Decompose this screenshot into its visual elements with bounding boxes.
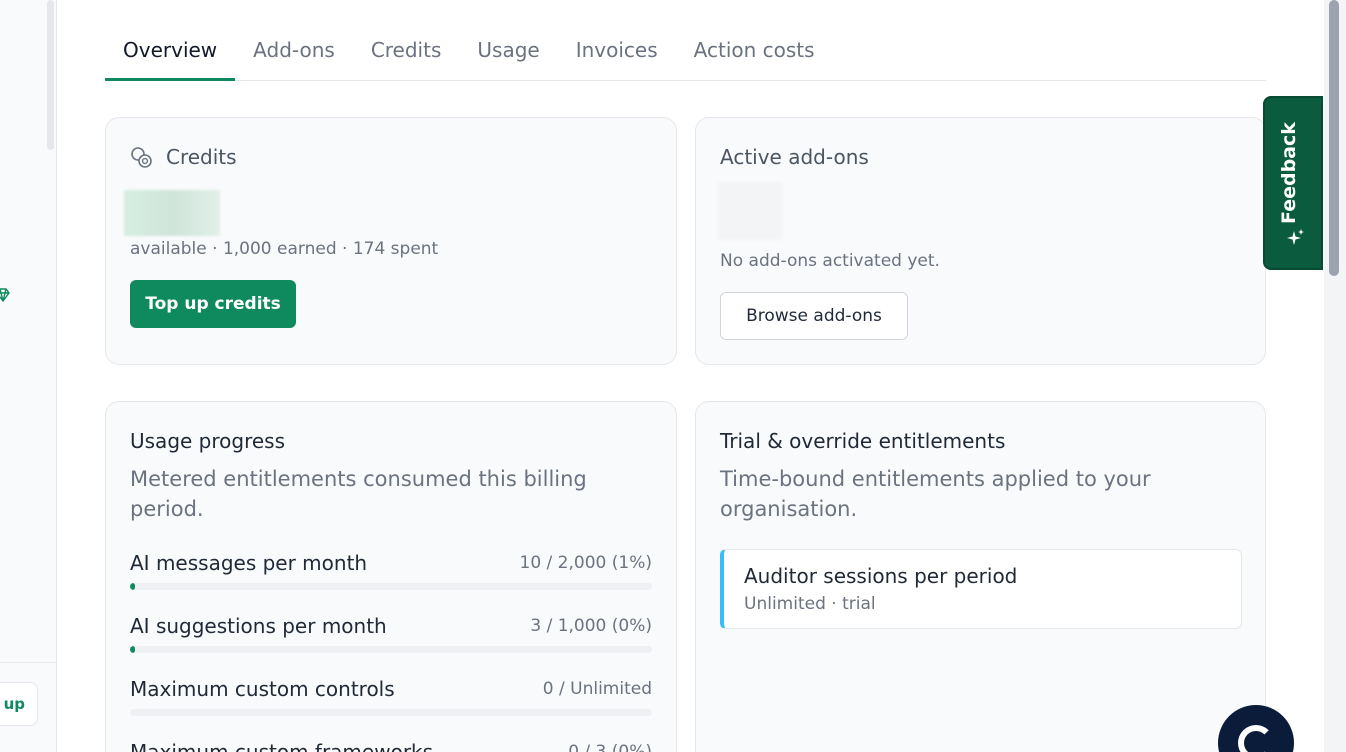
meter-value: 10 / 2,000 (1%) [519, 553, 652, 573]
meter-value: 0 / Unlimited [542, 679, 652, 699]
page-scrollbar[interactable] [1324, 0, 1346, 752]
coins-icon [131, 147, 152, 168]
tab-bar: Overview Add-ons Credits Usage Invoices … [105, 28, 1266, 81]
feedback-tab[interactable]: Feedback [1263, 96, 1323, 270]
tab-invoices[interactable]: Invoices [558, 28, 676, 81]
meter-label: AI suggestions per month [130, 614, 387, 638]
meter-label: Maximum custom frameworks [130, 740, 434, 752]
meter-track [130, 583, 652, 590]
entitlement-title: Auditor sessions per period [744, 564, 1018, 588]
tab-action-costs[interactable]: Action costs [676, 28, 833, 81]
meter-fill [130, 646, 136, 653]
browse-addons-button[interactable]: Browse add-ons [720, 292, 908, 340]
tab-usage[interactable]: Usage [459, 28, 557, 81]
sidebar-scrollbar[interactable] [47, 0, 54, 150]
feedback-label: Feedback [1278, 122, 1300, 224]
usage-description: Metered entitlements consumed this billi… [130, 467, 587, 521]
sparkle-icon [1287, 229, 1304, 245]
trial-title: Trial & override entitlements [720, 429, 1006, 453]
credits-summary: available · 1,000 earned · 174 spent [130, 239, 439, 259]
scrollbar-thumb[interactable] [1329, 0, 1339, 276]
meter-track [130, 646, 652, 653]
usage-progress-card: Usage progress Metered entitlements cons… [105, 401, 677, 752]
addons-redacted [718, 182, 782, 240]
addons-empty-text: No add-ons activated yet. [720, 251, 940, 271]
entitlement-item: Auditor sessions per period Unlimited · … [720, 549, 1242, 629]
tab-overview[interactable]: Overview [105, 28, 236, 81]
diamond-icon[interactable] [0, 286, 12, 304]
active-addons-card: Active add-ons No add-ons activated yet.… [695, 117, 1266, 365]
chat-icon [1238, 725, 1274, 752]
sidebar-upgrade-button[interactable]: up [0, 682, 38, 726]
trial-description: Time-bound entitlements applied to your … [720, 467, 1151, 521]
meter-fill [130, 583, 136, 590]
tab-add-ons[interactable]: Add-ons [235, 28, 353, 81]
sidebar-divider [0, 662, 57, 663]
meter-track [130, 709, 652, 716]
sidebar: up [0, 0, 57, 752]
top-up-credits-button[interactable]: Top up credits [130, 280, 296, 328]
tab-credits[interactable]: Credits [353, 28, 460, 81]
meter-value: 0 / 3 (0%) [568, 742, 652, 752]
credits-card: Credits available · 1,000 earned · 174 s… [105, 117, 677, 365]
meter-label: AI messages per month [130, 551, 368, 575]
entitlement-subtitle: Unlimited · trial [744, 594, 876, 614]
meter-label: Maximum custom controls [130, 677, 395, 701]
credits-balance-redacted [124, 190, 220, 236]
credits-title: Credits [166, 145, 237, 169]
usage-title: Usage progress [130, 429, 286, 453]
addons-title: Active add-ons [720, 145, 869, 169]
meter-value: 3 / 1,000 (0%) [530, 616, 652, 636]
trial-entitlements-card: Trial & override entitlements Time-bound… [695, 401, 1266, 752]
